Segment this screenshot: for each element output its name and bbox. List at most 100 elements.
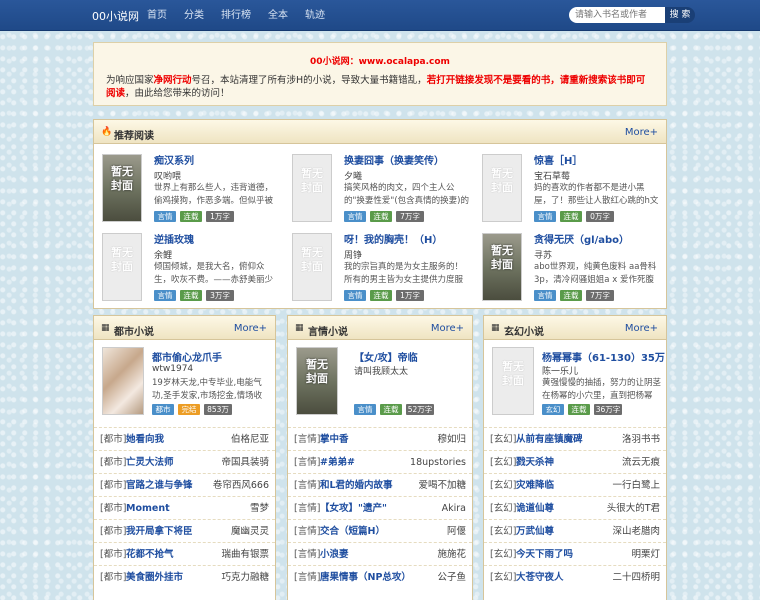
wordcount-tag: 853万字 [204,404,232,425]
list-item[interactable]: [言情] 【女攻】"遗产" Akira [288,496,472,519]
list-item[interactable]: [言情] 小浪妻 施施花 [288,542,472,565]
list-item[interactable]: [玄幻] 诡道仙尊 头很大的T君 [484,496,666,519]
book-title[interactable]: 呀！我的胸壳！（H） [344,231,442,246]
feature-book-title[interactable]: 都市偷心龙爪手 [152,349,222,364]
status-tag[interactable]: 连载 [370,290,392,301]
book-title[interactable]: 换妻囧事（换妻笑传） [344,152,444,167]
status-tag[interactable]: 完结 [178,404,200,415]
book-title[interactable]: 逆插玫瑰 [154,231,194,246]
book-author: 宝石草莓 [534,172,571,182]
list-item-title[interactable]: 美食圈外挂市 [126,566,183,589]
genre-tag[interactable]: 言情 [344,211,366,222]
book-cover[interactable]: 暂无 封面 [292,233,332,301]
romance-more-link[interactable]: More+ [431,323,464,334]
genre-tag[interactable]: 玄幻 [542,404,564,415]
list-item[interactable]: [玄幻] 灾难降临 一行白鹭上 [484,473,666,496]
fantasy-header: ▦ 玄幻小说 More+ [484,316,666,340]
list-item-title[interactable]: 小浪妻 [320,543,349,566]
list-item-category: [玄幻] [490,572,517,583]
feature-book-title[interactable]: 【女/攻】帝临 [354,349,418,364]
list-item[interactable]: [玄幻] 今天下雨了吗 明栗灯 [484,542,666,565]
list-item[interactable]: [都市] 我开局拿下将臣 魔幽灵灵 [94,519,275,542]
nav-history[interactable]: 轨迹 [298,0,332,31]
list-item[interactable]: [都市] 花都不抢气 瑞曲有银票 [94,542,275,565]
status-tag[interactable]: 连载 [568,404,590,415]
recommend-more-link[interactable]: More+ [625,127,658,138]
list-item-title[interactable]: 戮天杀神 [516,451,554,474]
nav-category[interactable]: 分类 [177,0,211,31]
book-cover[interactable]: 暂无 封面 [296,347,338,415]
list-item-title[interactable]: 和L君的婚内故事 [320,474,393,497]
list-item[interactable]: [言情] 掌中香 穆如归 [288,427,472,450]
list-item[interactable]: [都市] 官路之谁与争锋 卷帘西风666 [94,473,275,496]
fantasy-more-link[interactable]: More+ [625,323,658,334]
list-item-title[interactable]: 诡道仙尊 [516,497,554,520]
genre-tag[interactable]: 言情 [354,404,376,415]
genre-tag[interactable]: 言情 [344,290,366,301]
list-item[interactable]: [玄幻] 戮天杀神 流云无痕 [484,450,666,473]
list-item-category: [都市] [100,480,127,491]
genre-tag[interactable]: 言情 [154,290,176,301]
book-cover[interactable]: 暂无 封面 [482,154,522,222]
list-item-title[interactable]: Moment [126,497,170,520]
book-cover[interactable]: 暂无 封面 [292,154,332,222]
list-item[interactable]: [玄幻] 大苍守夜人 二十四桥明 [484,565,666,588]
list-item-title[interactable]: 亡灵大法师 [126,451,174,474]
list-item-title[interactable]: #弟弟# [320,451,355,474]
genre-tag[interactable]: 言情 [154,211,176,222]
feature-book-desc: 19岁林天龙,中专毕业,电能气功,圣手发家,市场挖金,情场收 [152,378,263,401]
list-item-title[interactable]: 花都不抢气 [126,543,174,566]
status-tag[interactable]: 连载 [560,211,582,222]
list-item-title[interactable]: 交合（短篇H） [320,520,385,543]
book-title[interactable]: 贪得无厌（gl/abo） [534,231,629,246]
list-item[interactable]: [言情] 唐果情事（NP总攻） 公子鱼 [288,565,472,588]
book-cover[interactable]: 暂无 封面 [102,233,142,301]
book-author: 寻苏 [534,251,553,261]
search-button[interactable]: 搜 索 [665,7,695,23]
genre-tag[interactable]: 言情 [534,211,556,222]
search-input[interactable] [569,7,665,23]
list-item-title[interactable]: 掌中香 [320,428,349,451]
list-item[interactable]: [言情] 和L君的婚内故事 爱喝不加糖 [288,473,472,496]
book-title[interactable]: 惊喜［H］ [534,152,582,167]
list-item[interactable]: [都市] 亡灵大法师 帝国具装骑 [94,450,275,473]
list-item-title[interactable]: 【女攻】"遗产" [320,497,387,520]
site-logo[interactable]: 00小说网 [92,8,139,24]
genre-tag[interactable]: 都市 [152,404,174,415]
feature-book-title[interactable]: 杨幂幂事（61-130）35万 [542,349,665,364]
list-item-title[interactable]: 从前有座镇魔碑 [516,428,583,451]
genre-tag[interactable]: 言情 [534,290,556,301]
status-tag[interactable]: 连载 [180,290,202,301]
urban-more-link[interactable]: More+ [234,323,267,334]
book-cover[interactable]: 暂无 封面 [482,233,522,301]
nav-home[interactable]: 首页 [140,0,174,31]
book-cover[interactable]: 暂无 封面 [492,347,534,415]
list-item[interactable]: [言情] 交合（短篇H） 阿偃 [288,519,472,542]
status-tag[interactable]: 连载 [560,290,582,301]
list-item[interactable]: [玄幻] 万武仙尊 深山老腊肉 [484,519,666,542]
status-tag[interactable]: 连载 [380,404,402,415]
list-item-title[interactable]: 官路之谁与争锋 [126,474,193,497]
list-item-title[interactable]: 今天下雨了吗 [516,543,573,566]
wordcount-tag: 7万字 [586,290,614,301]
status-tag[interactable]: 连载 [370,211,392,222]
list-item-title[interactable]: 灾难降临 [516,474,554,497]
list-item[interactable]: [玄幻] 从前有座镇魔碑 洛羽书书 [484,427,666,450]
book-title[interactable]: 痴汉系列 [154,152,194,167]
nav-complete[interactable]: 全本 [261,0,295,31]
list-item-title[interactable]: 她看向我 [126,428,164,451]
list-item-category: [都市] [100,572,127,583]
book-cover[interactable] [102,347,144,415]
list-item[interactable]: [都市] 美食圈外挂市 巧克力融糖 [94,565,275,588]
list-item[interactable]: [都市] Moment 雪梦 [94,496,275,519]
list-item-title[interactable]: 唐果情事（NP总攻） [320,566,411,589]
book-desc: 妈的喜欢的作者都不是进小黑屋，了！那些让人散红心跳的h文 [534,183,659,206]
book-cover[interactable]: 暂无 封面 [102,154,142,222]
list-item[interactable]: [言情] #弟弟# 18upstories [288,450,472,473]
nav-ranking[interactable]: 排行榜 [214,0,258,31]
list-item-title[interactable]: 万武仙尊 [516,520,554,543]
list-item[interactable]: [都市] 她看向我 伯格尼亚 [94,427,275,450]
list-item-title[interactable]: 大苍守夜人 [516,566,564,589]
list-item-title[interactable]: 我开局拿下将臣 [126,520,193,543]
status-tag[interactable]: 连载 [180,211,202,222]
